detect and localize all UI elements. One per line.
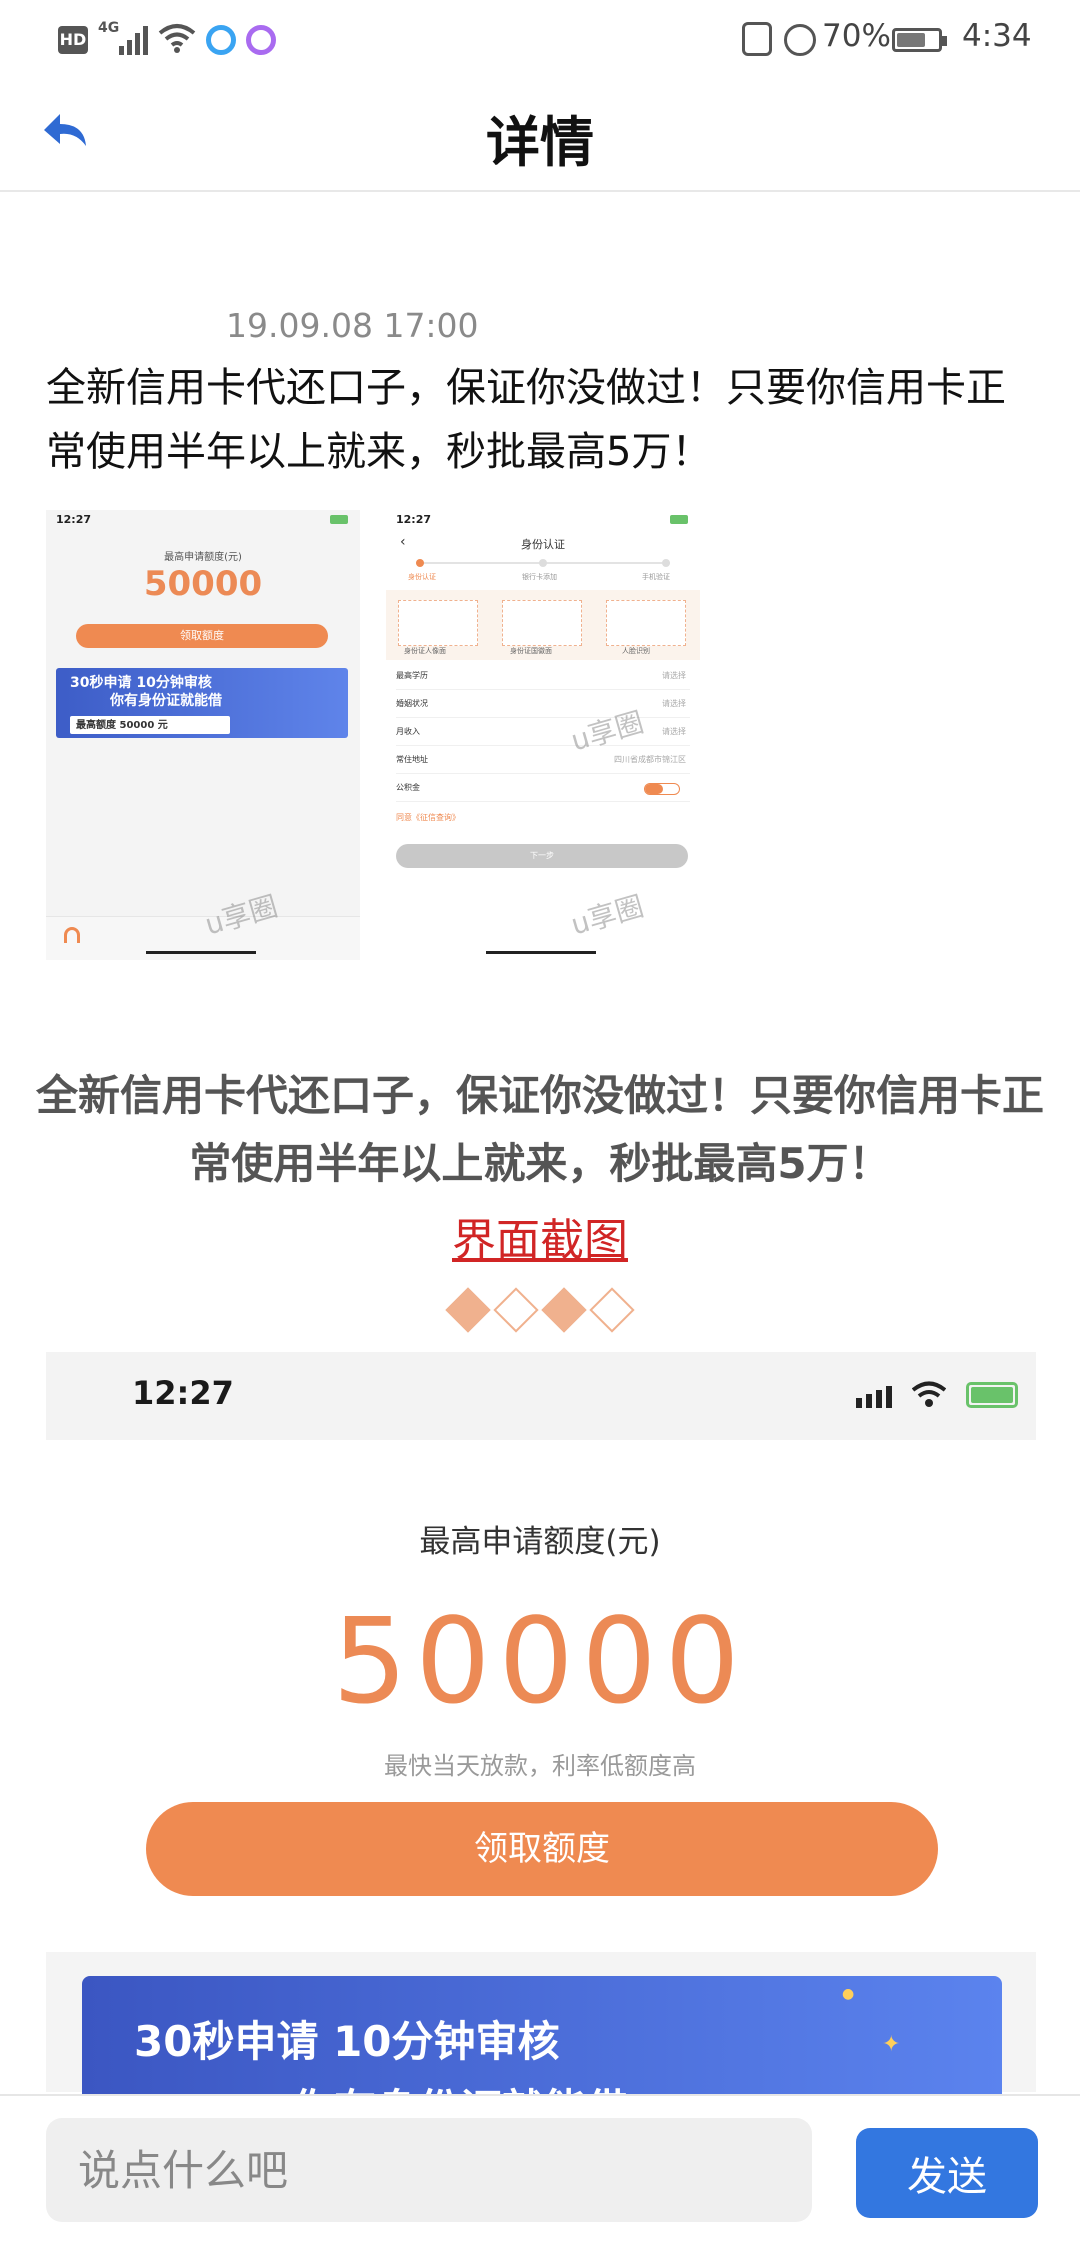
step-label: 银行卡添加 [522,573,557,581]
screenshot-link[interactable]: 界面截图 [0,1204,1080,1268]
post-timestamp: 19.09.08 17:00 [226,306,479,345]
banner-line-1: 30秒申请 10分钟审核 [134,2017,560,2066]
thumb-title: 身份认证 [521,538,565,551]
thumb-banner: 30秒申请 10分钟审核 你有身份证就能借 最高额度 50000 元 [56,668,348,738]
battery-percent: 70% [822,18,891,54]
page-title: 详情 [486,111,594,174]
home-icon [64,927,80,943]
step-label: 手机验证 [642,573,670,581]
thumb-amount-label: 最高申请额度(元) [164,552,242,563]
toggle-switch [644,783,680,795]
browser-app-icon [206,25,236,55]
star-icon: ● [842,1986,855,2002]
card-label: 人脸识别 [622,647,650,655]
thumb-amount: 50000 [143,564,263,604]
thumb-banner-box: 最高额度 50000 元 [70,716,230,734]
clock: 4:34 [962,18,1032,54]
battery-fill [897,33,925,47]
thumb-claim-button: 领取额度 [76,624,328,648]
post-image-1[interactable]: 12:27 最高申请额度(元) 50000 领取额度 30秒申请 10分钟审核 … [46,510,360,960]
form-row: 婚姻状况 请选择 [396,690,690,718]
thumb-banner-line1: 30秒申请 10分钟审核 [70,675,212,691]
thumb-tab-bar [46,916,360,960]
status-bar: HD 4G 70% 4:34 [0,0,1080,80]
form-row: 常住地址 四川省成都市锦江区 [396,746,690,774]
network-type-label: 4G [98,20,120,36]
id-card-back-icon [502,600,582,646]
battery-icon [330,515,348,524]
star-icon: ✦ [882,2032,901,2057]
form-row: 公积金 [396,774,690,802]
screenshot-time: 12:27 [132,1374,234,1412]
send-button[interactable]: 发送 [856,2128,1038,2218]
diamond-divider-icon [445,1287,638,1338]
post-text: 全新信用卡代还口子，保证你没做过！只要你信用卡正常使用半年以上就来，秒批最高5万… [46,365,1006,475]
wifi-icon [158,24,196,53]
signal-icon [119,26,148,55]
step-progress [416,559,670,567]
alarm-icon [784,24,816,56]
battery-icon [670,515,688,524]
signal-icon [856,1386,892,1408]
article-headline: 全新信用卡代还口子，保证你没做过！只要你信用卡正常使用半年以上就来，秒批最高5万… [35,1071,1044,1188]
next-button: 下一步 [396,844,688,868]
agree-text: 同意《征信查询》 [396,813,460,822]
home-indicator [486,951,596,954]
thumb-status-time: 12:27 [396,513,432,526]
max-amount: 50000 [332,1592,748,1730]
battery-icon [966,1382,1018,1408]
comment-input[interactable] [46,2118,812,2222]
hd-badge: HD [58,26,88,54]
wifi-icon [912,1381,946,1407]
card-label: 身份证人像面 [404,647,446,655]
form-row: 最高学历 请选择 [396,662,690,690]
post-image-2[interactable]: 12:27 ‹ 身份认证 身份认证 银行卡添加 手机验证 身份证人像面 身份证国… [386,510,700,960]
title-bar: 详情 [0,80,1080,192]
amount-label: 最高申请额度(元) [419,1524,661,1560]
id-card-front-icon [398,600,478,646]
thumb-status-time: 12:27 [56,513,92,526]
home-indicator [146,951,256,954]
amount-subtitle: 最快当天放款，利率低额度高 [384,1752,696,1780]
claim-quota-button: 领取额度 [146,1802,938,1896]
card-label: 身份证国徽面 [510,647,552,655]
battery-icon [892,28,947,52]
comment-bar: 发送 [0,2094,1080,2244]
step-label: 身份认证 [408,573,436,581]
nfc-icon [742,22,772,56]
face-recognition-icon [606,600,686,646]
thumb-banner-line2: 你有身份证就能借 [110,693,222,709]
chat-app-icon [246,25,276,55]
screenshot-status-bar: 12:27 [46,1352,1036,1440]
